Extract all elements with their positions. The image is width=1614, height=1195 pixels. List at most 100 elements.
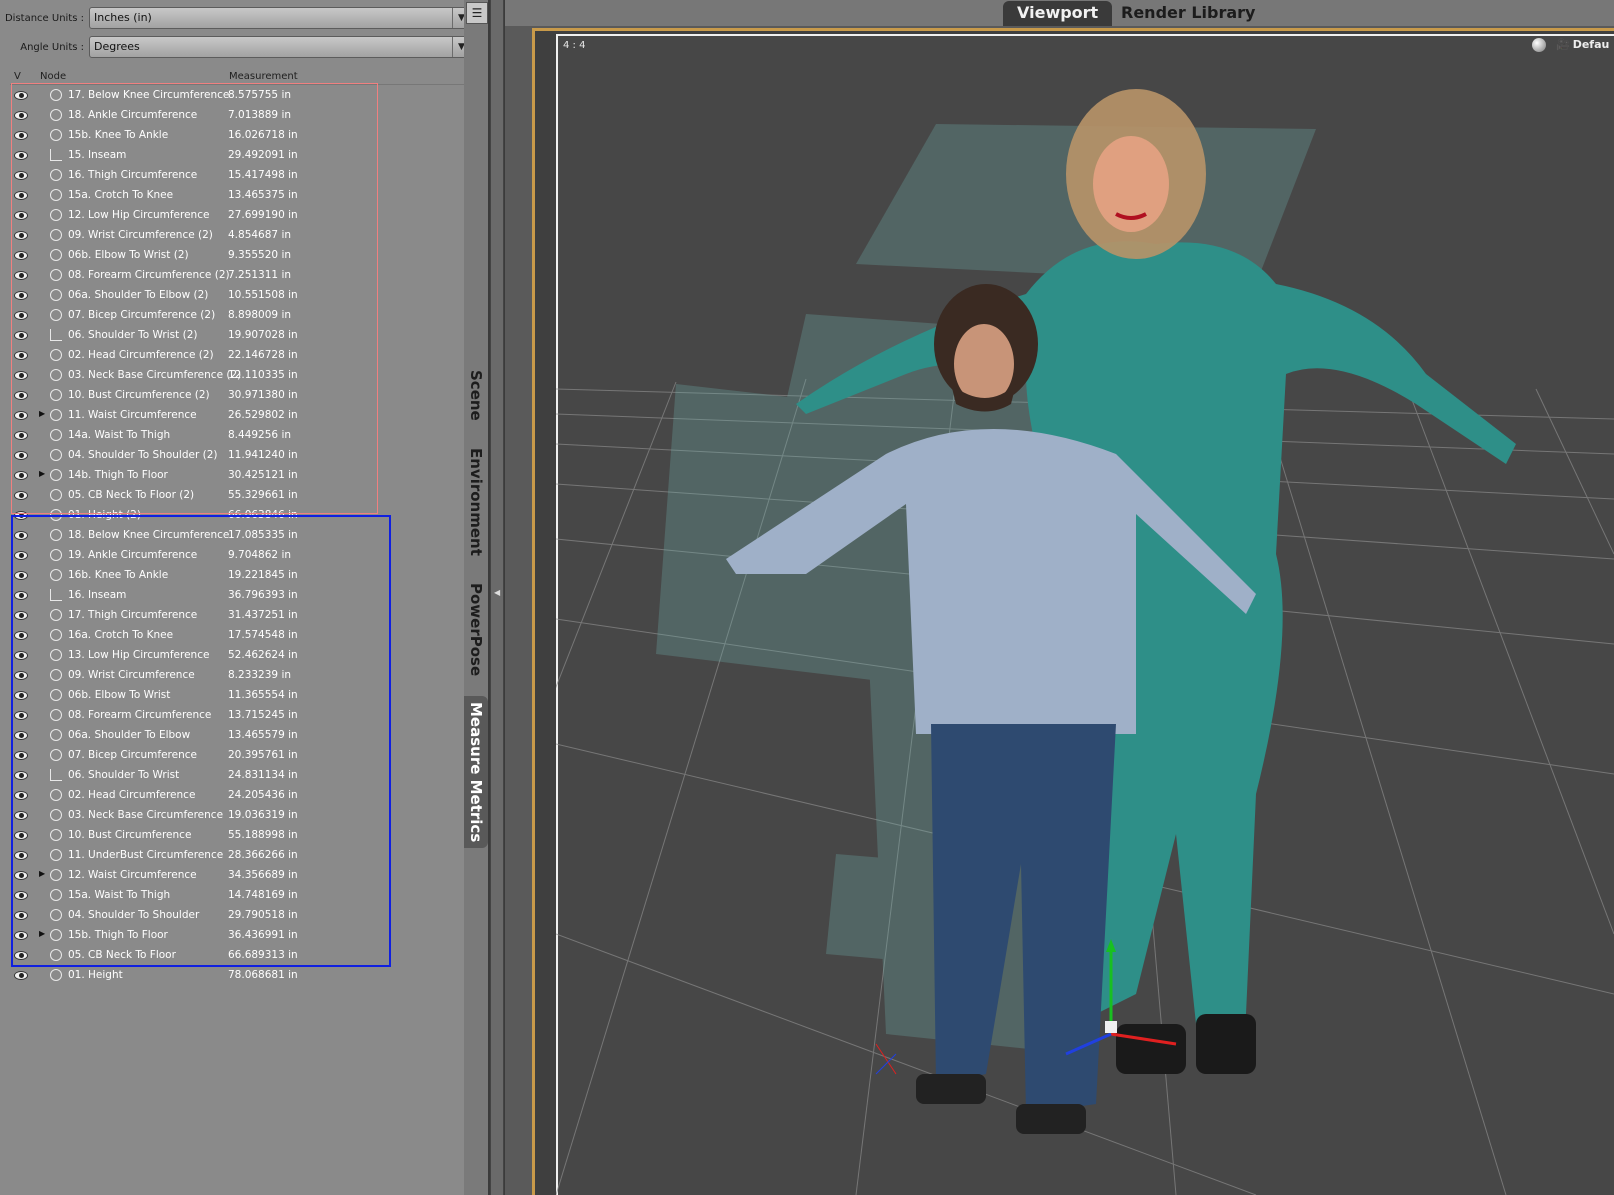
node-row[interactable]: 01. Height 78.068681 in [10, 966, 470, 986]
node-row[interactable]: ▶ 14b. Thigh To Floor 30.425121 in [10, 466, 470, 486]
visibility-eye-icon[interactable] [14, 751, 28, 760]
node-row[interactable]: 12. Low Hip Circumference 27.699190 in [10, 206, 470, 226]
tab-scene[interactable]: Scene [464, 360, 488, 430]
node-row[interactable]: 16. Thigh Circumference 15.417498 in [10, 166, 470, 186]
visibility-eye-icon[interactable] [14, 251, 28, 260]
visibility-eye-icon[interactable] [14, 851, 28, 860]
node-row[interactable]: 05. CB Neck To Floor 66.689313 in [10, 946, 470, 966]
node-row[interactable]: 17. Below Knee Circumference 8.575755 in [10, 86, 470, 106]
visibility-eye-icon[interactable] [14, 831, 28, 840]
angle-units-select[interactable]: Degrees ▼ [89, 36, 471, 58]
visibility-eye-icon[interactable] [14, 111, 28, 120]
expand-arrow-icon[interactable]: ▶ [39, 409, 45, 418]
node-row[interactable]: 13. Low Hip Circumference 52.462624 in [10, 646, 470, 666]
node-row[interactable]: 02. Head Circumference (2) 22.146728 in [10, 346, 470, 366]
panel-menu-icon[interactable]: ☰ [466, 2, 488, 24]
tab-render-library[interactable]: Render Library [1107, 1, 1269, 26]
node-row[interactable]: 16b. Knee To Ankle 19.221845 in [10, 566, 470, 586]
draw-style-icon[interactable] [1532, 38, 1546, 52]
visibility-eye-icon[interactable] [14, 571, 28, 580]
node-row[interactable]: 05. CB Neck To Floor (2) 55.329661 in [10, 486, 470, 506]
visibility-eye-icon[interactable] [14, 291, 28, 300]
visibility-eye-icon[interactable] [14, 411, 28, 420]
visibility-eye-icon[interactable] [14, 491, 28, 500]
visibility-eye-icon[interactable] [14, 671, 28, 680]
visibility-eye-icon[interactable] [14, 231, 28, 240]
column-node[interactable]: Node [40, 71, 66, 82]
tab-powerpose[interactable]: PowerPose [464, 580, 488, 680]
node-row[interactable]: 07. Bicep Circumference (2) 8.898009 in [10, 306, 470, 326]
visibility-eye-icon[interactable] [14, 191, 28, 200]
visibility-eye-icon[interactable] [14, 451, 28, 460]
node-row[interactable]: 07. Bicep Circumference 20.395761 in [10, 746, 470, 766]
tab-viewport[interactable]: Viewport [1003, 1, 1113, 26]
visibility-eye-icon[interactable] [14, 471, 28, 480]
tab-environment[interactable]: Environment [464, 446, 488, 558]
visibility-eye-icon[interactable] [14, 891, 28, 900]
node-row[interactable]: 09. Wrist Circumference 8.233239 in [10, 666, 470, 686]
collapse-arrow-icon[interactable]: ◀ [494, 588, 500, 597]
visibility-eye-icon[interactable] [14, 691, 28, 700]
camera-label[interactable]: Defau [1573, 38, 1610, 51]
visibility-eye-icon[interactable] [14, 171, 28, 180]
viewport-controls[interactable]: 🎥 Defau [1532, 38, 1609, 52]
visibility-eye-icon[interactable] [14, 511, 28, 520]
visibility-eye-icon[interactable] [14, 631, 28, 640]
expand-arrow-icon[interactable]: ▶ [39, 869, 45, 878]
visibility-eye-icon[interactable] [14, 811, 28, 820]
node-row[interactable]: 03. Neck Base Circumference (2) 12.110335… [10, 366, 470, 386]
node-row[interactable]: 02. Head Circumference 24.205436 in [10, 786, 470, 806]
node-row[interactable]: 04. Shoulder To Shoulder (2) 11.941240 in [10, 446, 470, 466]
visibility-eye-icon[interactable] [14, 711, 28, 720]
node-row[interactable]: 06b. Elbow To Wrist (2) 9.355520 in [10, 246, 470, 266]
node-row[interactable]: 03. Neck Base Circumference 19.036319 in [10, 806, 470, 826]
node-row[interactable]: 18. Ankle Circumference 7.013889 in [10, 106, 470, 126]
node-row[interactable]: 15b. Knee To Ankle 16.026718 in [10, 126, 470, 146]
node-row[interactable]: 15a. Crotch To Knee 13.465375 in [10, 186, 470, 206]
visibility-eye-icon[interactable] [14, 731, 28, 740]
node-row[interactable]: 09. Wrist Circumference (2) 4.854687 in [10, 226, 470, 246]
node-row[interactable]: 18. Below Knee Circumference 17.085335 in [10, 526, 470, 546]
node-row[interactable]: ▶ 15b. Thigh To Floor 36.436991 in [10, 926, 470, 946]
visibility-eye-icon[interactable] [14, 311, 28, 320]
node-row[interactable]: 06. Shoulder To Wrist 24.831134 in [10, 766, 470, 786]
node-row[interactable]: 06b. Elbow To Wrist 11.365554 in [10, 686, 470, 706]
node-row[interactable]: ▶ 11. Waist Circumference 26.529802 in [10, 406, 470, 426]
visibility-eye-icon[interactable] [14, 431, 28, 440]
node-row[interactable]: 06a. Shoulder To Elbow 13.465579 in [10, 726, 470, 746]
node-row[interactable]: 16a. Crotch To Knee 17.574548 in [10, 626, 470, 646]
node-row[interactable]: ▶ 12. Waist Circumference 34.356689 in [10, 866, 470, 886]
node-row[interactable]: 04. Shoulder To Shoulder 29.790518 in [10, 906, 470, 926]
node-row[interactable]: 06. Shoulder To Wrist (2) 19.907028 in [10, 326, 470, 346]
visibility-eye-icon[interactable] [14, 611, 28, 620]
node-row[interactable]: 19. Ankle Circumference 9.704862 in [10, 546, 470, 566]
pane-splitter[interactable] [490, 0, 504, 1195]
expand-arrow-icon[interactable]: ▶ [39, 469, 45, 478]
visibility-eye-icon[interactable] [14, 91, 28, 100]
visibility-eye-icon[interactable] [14, 911, 28, 920]
visibility-eye-icon[interactable] [14, 651, 28, 660]
visibility-eye-icon[interactable] [14, 531, 28, 540]
visibility-eye-icon[interactable] [14, 391, 28, 400]
node-row[interactable]: 15a. Waist To Thigh 14.748169 in [10, 886, 470, 906]
visibility-eye-icon[interactable] [14, 971, 28, 980]
node-row[interactable]: 08. Forearm Circumference (2) 7.251311 in [10, 266, 470, 286]
visibility-eye-icon[interactable] [14, 351, 28, 360]
visibility-eye-icon[interactable] [14, 931, 28, 940]
distance-units-select[interactable]: Inches (in) ▼ [89, 7, 471, 29]
visibility-eye-icon[interactable] [14, 791, 28, 800]
expand-arrow-icon[interactable]: ▶ [39, 929, 45, 938]
visibility-eye-icon[interactable] [14, 371, 28, 380]
visibility-eye-icon[interactable] [14, 211, 28, 220]
visibility-eye-icon[interactable] [14, 331, 28, 340]
camera-icon[interactable]: 🎥 [1556, 38, 1570, 51]
node-row[interactable]: 10. Bust Circumference (2) 30.971380 in [10, 386, 470, 406]
visibility-eye-icon[interactable] [14, 271, 28, 280]
column-measurement[interactable]: Measurement [229, 71, 298, 82]
column-visible[interactable]: V [14, 71, 21, 82]
node-row[interactable]: 01. Height (2) 66.063846 in [10, 506, 470, 526]
visibility-eye-icon[interactable] [14, 591, 28, 600]
visibility-eye-icon[interactable] [14, 551, 28, 560]
node-row[interactable]: 14a. Waist To Thigh 8.449256 in [10, 426, 470, 446]
node-row[interactable]: 11. UnderBust Circumference 28.366266 in [10, 846, 470, 866]
